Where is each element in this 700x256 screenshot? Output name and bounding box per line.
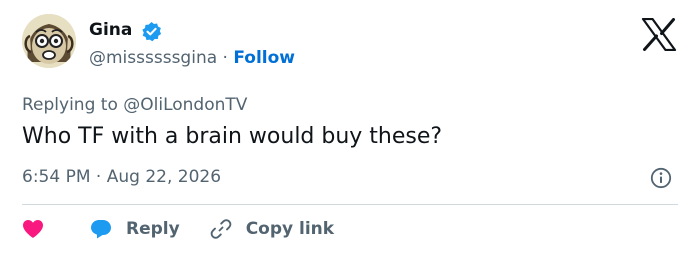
x-logo-icon[interactable] (641, 18, 677, 51)
heart-icon (23, 220, 43, 238)
copy-link-button[interactable]: Copy link (210, 218, 334, 240)
tweet-date: Aug 22, 2026 (106, 167, 222, 187)
replying-mention[interactable]: @OliLondonTV (123, 95, 247, 115)
copy-link-label: Copy link (245, 219, 335, 239)
avatar[interactable] (22, 14, 76, 68)
author-handle[interactable]: @missssssgina (89, 48, 217, 68)
follow-link[interactable]: Follow (233, 48, 295, 68)
action-bar: Reply Copy link (22, 213, 334, 245)
cartoon-face-avatar-icon (22, 14, 76, 68)
reply-button[interactable]: Reply (90, 219, 180, 239)
tweet-timestamp[interactable]: 6:54 PM · Aug 22, 2026 (22, 167, 221, 187)
author-name[interactable]: Gina (89, 20, 132, 40)
reply-bubble-icon (91, 220, 111, 239)
info-icon[interactable] (650, 167, 672, 189)
link-icon (210, 219, 232, 239)
divider (22, 204, 678, 205)
reply-label: Reply (126, 219, 180, 239)
replying-to: Replying to @OliLondonTV (22, 95, 247, 115)
tweet-time: 6:54 PM (22, 167, 91, 187)
tweet-text: Who TF with a brain would buy these? (22, 124, 443, 149)
handle-row: @missssssgina · Follow (89, 48, 295, 68)
meta-separator: · (95, 167, 102, 187)
verified-badge-icon (142, 21, 162, 42)
like-button[interactable] (22, 219, 44, 239)
separator-dot: · (222, 48, 228, 68)
replying-prefix: Replying to (22, 95, 118, 115)
